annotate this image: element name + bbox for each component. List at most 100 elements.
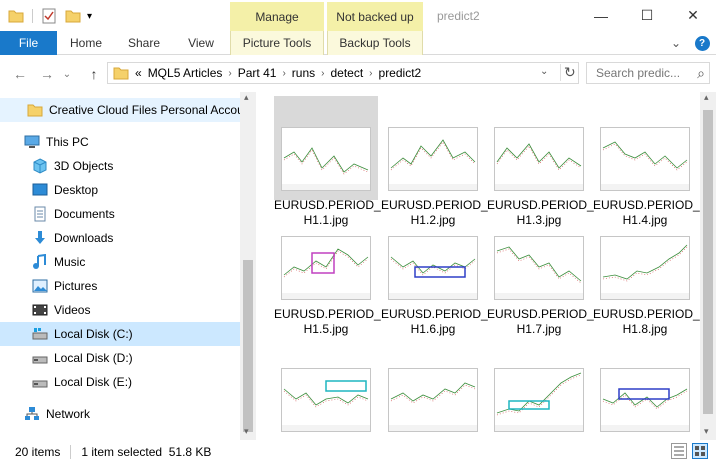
nav-item-label: This PC <box>46 135 89 149</box>
address-dropdown-icon[interactable]: ⌄ <box>540 66 548 77</box>
file-tile[interactable]: EURUSD.PERIOD_ <box>381 337 488 440</box>
drive-icon <box>32 350 48 366</box>
breadcrumb-part-41[interactable]: Part 41 <box>238 66 277 80</box>
file-name-line: H1.5.jpg <box>303 322 349 336</box>
file-tile[interactable]: EURUSD.PERIOD_ H1.3.jpg <box>487 96 594 227</box>
quick-access-toolbar: ▾ <box>8 7 92 25</box>
tab-share[interactable]: Share <box>118 31 170 55</box>
nav-item-local-disk-d[interactable]: Local Disk (D:) <box>0 346 240 370</box>
breadcrumb-detect[interactable]: detect <box>330 66 363 80</box>
new-folder-icon[interactable] <box>65 9 81 23</box>
chart-thumbnail <box>600 368 690 432</box>
breadcrumb-predict2[interactable]: predict2 <box>379 66 422 80</box>
ribbon: File Home Share View Picture Tools Backu… <box>0 31 716 55</box>
tab-picture-tools[interactable]: Picture Tools <box>230 31 324 55</box>
nav-item-this-pc[interactable]: This PC <box>0 130 240 154</box>
nav-item-local-disk-e[interactable]: Local Disk (E:) <box>0 370 240 394</box>
file-tile[interactable]: EURUSD.PERIOD_ H1.5.jpg <box>274 205 381 336</box>
desktop-icon <box>32 182 48 198</box>
file-name-line: H1.8.jpg <box>622 322 668 336</box>
chart-thumbnail <box>388 368 478 432</box>
breadcrumb-runs[interactable]: runs <box>292 66 315 80</box>
nav-scrollbar[interactable]: ▴ ▾ <box>240 92 256 440</box>
cube-icon <box>32 158 48 174</box>
file-tile[interactable]: EURUSD.PERIOD_ H1.8.jpg <box>593 205 700 336</box>
nav-item-documents[interactable]: Documents <box>0 202 240 226</box>
file-tile[interactable]: EURUSD.PERIOD_ <box>274 337 381 440</box>
search-input[interactable]: Search predic... ⌕ <box>586 62 710 84</box>
customize-quick-access-icon[interactable]: ▾ <box>87 11 92 22</box>
file-tile[interactable]: EURUSD.PERIOD_ H1.6.jpg <box>381 205 488 336</box>
nav-item-3d-objects[interactable]: 3D Objects <box>0 154 240 178</box>
breadcrumb-separator[interactable]: › <box>282 68 285 79</box>
help-icon[interactable]: ? <box>692 31 712 55</box>
nav-item-desktop[interactable]: Desktop <box>0 178 240 202</box>
content-scrollbar[interactable]: ▴ ▾ <box>700 92 716 440</box>
tab-file[interactable]: File <box>0 31 57 55</box>
maximize-button[interactable]: ☐ <box>624 0 670 31</box>
breadcrumb-separator[interactable]: › <box>369 68 372 79</box>
address-bar[interactable]: « MQL5 Articles › Part 41 › runs › detec… <box>107 62 579 84</box>
folder-icon[interactable] <box>8 9 24 23</box>
folder-icon <box>113 66 129 80</box>
chart-thumbnail <box>281 127 371 191</box>
tab-view[interactable]: View <box>176 31 226 55</box>
divider <box>32 9 33 23</box>
file-grid: EURUSD.PERIOD_ H1.1.jpg EURUSD.PERIOD_ H1.… <box>256 92 700 440</box>
nav-scroll-thumb[interactable] <box>243 260 253 432</box>
file-name-label: EURUSD.PERIOD_ H1.6.jpg <box>381 307 488 337</box>
close-button[interactable]: ✕ <box>670 0 716 31</box>
nav-item-downloads[interactable]: Downloads <box>0 226 240 250</box>
scroll-down-icon[interactable]: ▾ <box>704 426 709 437</box>
navigation-pane: Creative Cloud Files Personal Accour Thi… <box>0 92 256 440</box>
tab-backup-tools[interactable]: Backup Tools <box>327 31 423 55</box>
music-icon <box>32 253 48 270</box>
file-name-line: H1.7.jpg <box>516 322 562 336</box>
file-tile[interactable]: EURUSD.PERIOD_ H1.4.jpg <box>593 96 700 227</box>
nav-item-music[interactable]: Music <box>0 250 240 274</box>
file-name-line: H1.6.jpg <box>410 322 456 336</box>
chart-thumbnail <box>600 127 690 191</box>
video-icon <box>32 302 48 318</box>
large-icons-view-button[interactable] <box>692 443 708 459</box>
file-name-line: EURUSD.PERIOD_ <box>381 307 488 321</box>
picture-tools-context-header: Manage <box>230 2 324 31</box>
file-tile[interactable]: EURUSD.PERIOD_ <box>487 337 594 440</box>
nav-item-videos[interactable]: Videos <box>0 298 240 322</box>
nav-item-label: Network <box>46 407 91 421</box>
nav-item-local-disk-c[interactable]: Local Disk (C:) <box>0 322 240 346</box>
chart-thumbnail <box>388 127 478 191</box>
scroll-up-icon[interactable]: ▴ <box>704 92 709 103</box>
file-tile[interactable]: EURUSD.PERIOD_ H1.1.jpg <box>274 96 381 227</box>
recent-locations-button[interactable]: ⌄ <box>61 64 73 84</box>
breadcrumb-mql5-articles[interactable]: MQL5 Articles <box>148 66 223 80</box>
properties-icon[interactable] <box>41 8 57 24</box>
details-view-button[interactable] <box>671 443 687 459</box>
file-tile[interactable]: EURUSD.PERIOD_ H1.7.jpg <box>487 205 594 336</box>
file-tile[interactable]: EURUSD.PERIOD_ H1.2.jpg <box>381 96 488 227</box>
scroll-up-icon[interactable]: ▴ <box>244 92 249 103</box>
back-button[interactable]: ← <box>10 64 30 84</box>
nav-item-network[interactable]: Network <box>0 402 240 426</box>
file-name-line: EURUSD.PERIOD_ <box>487 307 594 321</box>
drive-icon <box>32 326 48 342</box>
refresh-icon[interactable]: ↻ <box>560 64 576 81</box>
breadcrumb-overflow[interactable]: « <box>135 66 142 80</box>
tab-home[interactable]: Home <box>60 31 112 55</box>
file-name-label: EURUSD.PERIOD_ H1.8.jpg <box>593 307 700 337</box>
forward-button[interactable]: → <box>37 64 57 84</box>
nav-item-label: Documents <box>54 207 115 221</box>
nav-item-pictures[interactable]: Pictures <box>0 274 240 298</box>
scroll-down-icon[interactable]: ▾ <box>244 426 249 437</box>
expand-ribbon-icon[interactable]: ⌄ <box>666 31 686 55</box>
nav-item-creative-cloud[interactable]: Creative Cloud Files Personal Accour <box>0 98 248 122</box>
minimize-button[interactable]: — <box>578 0 624 31</box>
computer-icon <box>24 134 40 150</box>
content-scroll-thumb[interactable] <box>703 110 713 414</box>
breadcrumb-separator[interactable]: › <box>228 68 231 79</box>
file-tile[interactable]: EURUSD.PERIOD_ <box>593 337 700 440</box>
address-row: ← → ⌄ ↑ « MQL5 Articles › Part 41 › runs… <box>0 56 716 92</box>
nav-item-label: Local Disk (D:) <box>54 351 133 365</box>
up-button[interactable]: ↑ <box>84 64 104 84</box>
breadcrumb-separator[interactable]: › <box>321 68 324 79</box>
